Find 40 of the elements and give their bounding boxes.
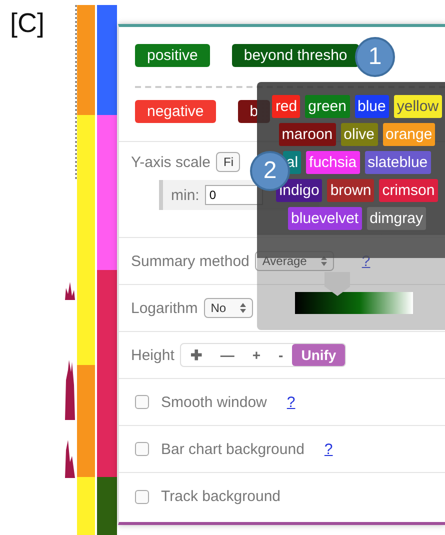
select-arrows-icon: [240, 303, 246, 313]
setting-label: Height: [131, 346, 174, 364]
height-button[interactable]: -: [270, 344, 292, 366]
color-swatch[interactable]: fuchsia: [306, 151, 360, 174]
color-tag[interactable]: positive: [135, 44, 210, 67]
color-swatch[interactable]: bluevelvet: [288, 207, 362, 230]
setting-label: Y-axis scale: [131, 154, 210, 170]
color-swatch[interactable]: dimgray: [366, 207, 426, 230]
color-swatch[interactable]: slateblue: [364, 151, 431, 174]
setting-label: Logarithm: [131, 300, 198, 316]
color-swatch[interactable]: red: [272, 95, 300, 118]
height-button[interactable]: ✚: [181, 344, 212, 366]
help-link[interactable]: ?: [324, 440, 333, 458]
color-swatch[interactable]: crimson: [379, 179, 438, 202]
color-swatch[interactable]: indigo: [276, 179, 322, 202]
checkbox-label: Smooth window: [161, 394, 267, 410]
height-button[interactable]: —: [211, 344, 244, 366]
checkbox-label: Track background: [161, 488, 281, 505]
color-tag[interactable]: beyond thresho: [232, 44, 360, 67]
checkbox-label: Bar chart background: [161, 440, 304, 458]
height-button[interactable]: Unify: [292, 344, 346, 366]
color-tag[interactable]: negative: [135, 100, 216, 123]
setting-label: Summary method: [131, 252, 250, 270]
color-swatch[interactable]: olive: [340, 123, 378, 146]
color-swatch[interactable]: green: [305, 95, 350, 118]
color-swatch[interactable]: blue: [354, 95, 389, 118]
help-link[interactable]: ?: [362, 252, 370, 270]
checkbox[interactable]: [135, 490, 149, 504]
height-button[interactable]: +: [243, 344, 270, 366]
gradient-slider[interactable]: [295, 272, 413, 314]
color-swatch[interactable]: yellow: [394, 95, 442, 118]
scale-select[interactable]: Fi: [216, 152, 240, 172]
color-swatch[interactable]: brown: [327, 179, 374, 202]
color-swatch[interactable]: maroon: [278, 123, 336, 146]
help-link[interactable]: ?: [286, 394, 296, 410]
min-label: min:: [171, 186, 200, 204]
figure-label: [C]: [9, 7, 46, 40]
checkbox[interactable]: [135, 442, 149, 456]
dropdown[interactable]: No: [204, 298, 254, 318]
checkbox[interactable]: [135, 395, 149, 409]
